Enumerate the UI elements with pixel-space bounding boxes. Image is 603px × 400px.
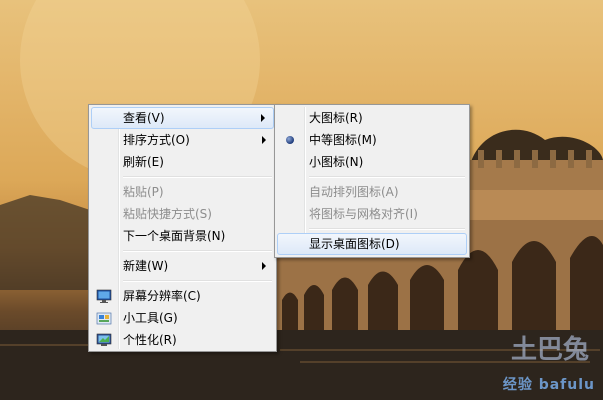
menu-item-new[interactable]: 新建(W) (91, 255, 274, 277)
submenu-arrow-icon (261, 114, 265, 122)
menu-item-personalize[interactable]: 个性化(R) (91, 329, 274, 351)
menu-item-next-background-label: 下一个桌面背景(N) (123, 229, 226, 243)
display-resolution-icon (96, 289, 112, 303)
submenu-item-small-icons[interactable]: 小图标(N) (277, 151, 467, 173)
menu-item-refresh[interactable]: 刷新(E) (91, 151, 274, 173)
submenu-item-small-icons-label: 小图标(N) (309, 155, 364, 169)
menu-item-gadgets-label: 小工具(G) (123, 311, 178, 325)
watermark-text: 经验 bafulu (502, 377, 595, 393)
view-submenu: 大图标(R) 中等图标(M) 小图标(N) 自动排列图标(A) 将图标与网格对齐… (274, 104, 470, 258)
submenu-item-medium-icons-label: 中等图标(M) (309, 133, 377, 147)
submenu-item-large-icons[interactable]: 大图标(R) (277, 107, 467, 129)
submenu-arrow-icon (262, 136, 266, 144)
menu-item-refresh-label: 刷新(E) (123, 155, 164, 169)
desktop-context-menu: 查看(V) 排序方式(O) 刷新(E) 粘贴(P) 粘贴快捷方式(S) 下一个桌… (88, 104, 277, 352)
gadgets-icon (96, 312, 112, 325)
menu-item-screen-resolution[interactable]: 屏幕分辨率(C) (91, 285, 274, 307)
submenu-item-medium-icons[interactable]: 中等图标(M) (277, 129, 467, 151)
menu-item-paste: 粘贴(P) (91, 181, 274, 203)
personalize-icon (96, 333, 112, 346)
menu-item-gadgets[interactable]: 小工具(G) (91, 307, 274, 329)
radio-bullet-icon (286, 136, 294, 144)
submenu-item-show-desktop-icons-label: 显示桌面图标(D) (309, 237, 400, 251)
submenu-item-align-to-grid-label: 将图标与网格对齐(I) (309, 207, 418, 221)
submenu-arrow-icon (262, 262, 266, 270)
submenu-item-show-desktop-icons[interactable]: 显示桌面图标(D) (277, 233, 467, 255)
menu-item-paste-label: 粘贴(P) (123, 185, 164, 199)
menu-item-paste-shortcut-label: 粘贴快捷方式(S) (123, 207, 212, 221)
menu-item-next-background[interactable]: 下一个桌面背景(N) (91, 225, 274, 247)
menu-item-view[interactable]: 查看(V) (91, 107, 274, 129)
submenu-item-auto-arrange: 自动排列图标(A) (277, 181, 467, 203)
submenu-item-align-to-grid: 将图标与网格对齐(I) (277, 203, 467, 225)
menu-separator (123, 280, 272, 282)
menu-separator (123, 176, 272, 178)
menu-item-view-label: 查看(V) (123, 111, 165, 125)
menu-item-sort-by[interactable]: 排序方式(O) (91, 129, 274, 151)
menu-item-sort-by-label: 排序方式(O) (123, 133, 190, 147)
menu-item-personalize-label: 个性化(R) (123, 333, 177, 347)
menu-item-screen-resolution-label: 屏幕分辨率(C) (123, 289, 201, 303)
menu-separator (309, 176, 465, 178)
menu-item-new-label: 新建(W) (123, 259, 169, 273)
submenu-item-large-icons-label: 大图标(R) (309, 111, 363, 125)
menu-item-paste-shortcut: 粘贴快捷方式(S) (91, 203, 274, 225)
watermark-logo: 土巴兔 (510, 335, 589, 365)
submenu-item-auto-arrange-label: 自动排列图标(A) (309, 185, 399, 199)
menu-separator (309, 228, 465, 230)
menu-separator (123, 250, 272, 252)
